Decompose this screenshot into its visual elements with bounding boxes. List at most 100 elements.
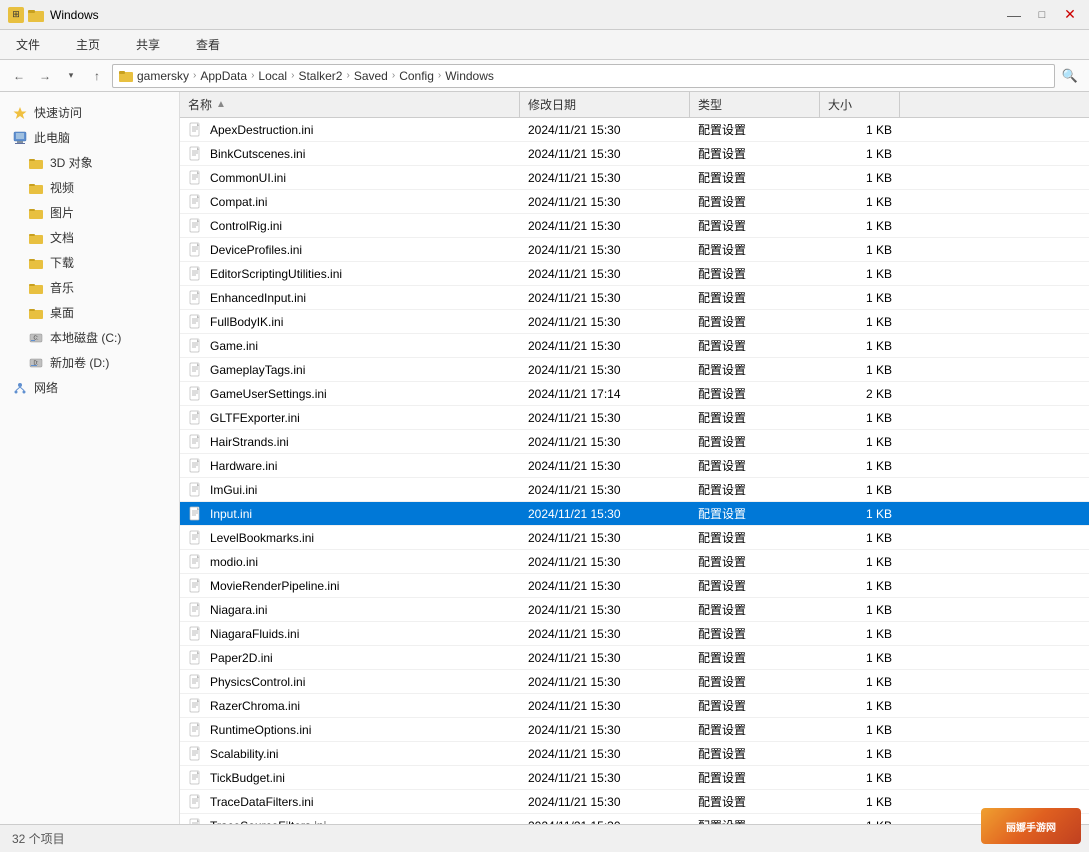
table-row[interactable]: FullBodyIK.ini2024/11/21 15:30配置设置1 KB [180,310,1089,334]
maximize-button[interactable]: □ [1031,4,1053,26]
table-row[interactable]: Input.ini2024/11/21 15:30配置设置1 KB [180,502,1089,526]
sidebar-item-desktop[interactable]: 桌面 [0,300,179,325]
file-type-cell: 配置设置 [690,598,820,621]
folder-documents-icon [28,230,44,246]
file-date-cell: 2024/11/21 15:30 [520,600,690,620]
file-type-cell: 配置设置 [690,478,820,501]
file-name-text: FullBodyIK.ini [210,315,283,329]
sidebar-item-downloads[interactable]: 下载 [0,250,179,275]
table-row[interactable]: ApexDestruction.ini2024/11/21 15:30配置设置1… [180,118,1089,142]
breadcrumb-item-local[interactable]: Local [258,69,287,83]
table-row[interactable]: LevelBookmarks.ini2024/11/21 15:30配置设置1 … [180,526,1089,550]
breadcrumb[interactable]: gamersky › AppData › Local › Stalker2 › … [112,64,1055,88]
file-name-text: DeviceProfiles.ini [210,243,302,257]
ribbon-tab-home[interactable]: 主页 [68,32,108,57]
file-name-cell: GameUserSettings.ini [180,383,520,405]
close-button[interactable]: ✕ [1059,4,1081,26]
minimize-button[interactable]: — [1003,4,1025,26]
file-type-cell: 配置设置 [690,502,820,525]
table-row[interactable]: RuntimeOptions.ini2024/11/21 15:30配置设置1 … [180,718,1089,742]
table-row[interactable]: Compat.ini2024/11/21 15:30配置设置1 KB [180,190,1089,214]
breadcrumb-item-appdata[interactable]: AppData [200,69,247,83]
table-row[interactable]: NiagaraFluids.ini2024/11/21 15:30配置设置1 K… [180,622,1089,646]
column-header-date[interactable]: 修改日期 [520,92,690,117]
table-row[interactable]: Scalability.ini2024/11/21 15:30配置设置1 KB [180,742,1089,766]
table-row[interactable]: ControlRig.ini2024/11/21 15:30配置设置1 KB [180,214,1089,238]
column-header-type[interactable]: 类型 [690,92,820,117]
file-name-cell: Scalability.ini [180,743,520,765]
ribbon-tab-file[interactable]: 文件 [8,32,48,57]
ribbon-tab-share[interactable]: 共享 [128,32,168,57]
file-date-cell: 2024/11/21 15:30 [520,720,690,740]
recent-button[interactable]: ▾ [60,65,82,87]
file-name-text: Niagara.ini [210,603,267,617]
sidebar-item-pictures[interactable]: 图片 [0,200,179,225]
file-name-cell: Input.ini [180,503,520,525]
breadcrumb-item-gamersky[interactable]: gamersky [137,69,189,83]
table-row[interactable]: EditorScriptingUtilities.ini2024/11/21 1… [180,262,1089,286]
file-size-cell: 1 KB [820,768,900,788]
table-row[interactable]: MovieRenderPipeline.ini2024/11/21 15:30配… [180,574,1089,598]
search-button[interactable]: 🔍 [1059,65,1081,87]
file-icon [188,194,204,210]
column-header-size[interactable]: 大小 [820,92,900,117]
file-name-text: NiagaraFluids.ini [210,627,299,641]
up-button[interactable]: ↑ [86,65,108,87]
table-row[interactable]: Hardware.ini2024/11/21 15:30配置设置1 KB [180,454,1089,478]
table-row[interactable]: GameUserSettings.ini2024/11/21 17:14配置设置… [180,382,1089,406]
table-row[interactable]: DeviceProfiles.ini2024/11/21 15:30配置设置1 … [180,238,1089,262]
table-row[interactable]: EnhancedInput.ini2024/11/21 15:30配置设置1 K… [180,286,1089,310]
file-name-cell: ControlRig.ini [180,215,520,237]
file-name-text: HairStrands.ini [210,435,289,449]
table-row[interactable]: Niagara.ini2024/11/21 15:30配置设置1 KB [180,598,1089,622]
table-row[interactable]: RazerChroma.ini2024/11/21 15:30配置设置1 KB [180,694,1089,718]
breadcrumb-item-windows[interactable]: Windows [445,69,494,83]
table-row[interactable]: ImGui.ini2024/11/21 15:30配置设置1 KB [180,478,1089,502]
sidebar-label-documents: 文档 [50,229,74,246]
file-size-cell: 1 KB [820,336,900,356]
ribbon-tab-view[interactable]: 查看 [188,32,228,57]
table-row[interactable]: BinkCutscenes.ini2024/11/21 15:30配置设置1 K… [180,142,1089,166]
table-row[interactable]: GLTFExporter.ini2024/11/21 15:30配置设置1 KB [180,406,1089,430]
sidebar-item-3dobjects[interactable]: 3D 对象 [0,150,179,175]
file-name-cell: LevelBookmarks.ini [180,527,520,549]
table-row[interactable]: PhysicsControl.ini2024/11/21 15:30配置设置1 … [180,670,1089,694]
breadcrumb-item-saved[interactable]: Saved [354,69,388,83]
back-button[interactable]: ← [8,65,30,87]
sidebar-item-videos[interactable]: 视频 [0,175,179,200]
sidebar-item-drive-c[interactable]: C: 本地磁盘 (C:) [0,325,179,350]
file-icon [188,146,204,162]
table-row[interactable]: TraceDataFilters.ini2024/11/21 15:30配置设置… [180,790,1089,814]
file-size-cell: 1 KB [820,168,900,188]
file-name-cell: GameplayTags.ini [180,359,520,381]
file-icon [188,650,204,666]
table-row[interactable]: GameplayTags.ini2024/11/21 15:30配置设置1 KB [180,358,1089,382]
sidebar-label-music: 音乐 [50,279,74,296]
sidebar-item-documents[interactable]: 文档 [0,225,179,250]
file-date-cell: 2024/11/21 15:30 [520,576,690,596]
file-icon [188,338,204,354]
sidebar-item-quickaccess[interactable]: 快速访问 [0,100,179,125]
file-icon [188,770,204,786]
table-row[interactable]: CommonUI.ini2024/11/21 15:30配置设置1 KB [180,166,1089,190]
sidebar-item-music[interactable]: 音乐 [0,275,179,300]
column-header-name[interactable]: 名称 ▲ [180,92,520,117]
folder-icon [28,7,44,23]
file-type-cell: 配置设置 [690,622,820,645]
file-name-cell: MovieRenderPipeline.ini [180,575,520,597]
table-row[interactable]: HairStrands.ini2024/11/21 15:30配置设置1 KB [180,430,1089,454]
table-row[interactable]: TickBudget.ini2024/11/21 15:30配置设置1 KB [180,766,1089,790]
sidebar-item-network[interactable]: 网络 [0,375,179,400]
forward-button[interactable]: → [34,65,56,87]
table-row[interactable]: modio.ini2024/11/21 15:30配置设置1 KB [180,550,1089,574]
sidebar-item-drive-d[interactable]: D: 新加卷 (D:) [0,350,179,375]
file-type-cell: 配置设置 [690,526,820,549]
sidebar-item-thispc[interactable]: 此电脑 [0,125,179,150]
file-date-cell: 2024/11/21 15:30 [520,360,690,380]
breadcrumb-item-config[interactable]: Config [399,69,434,83]
table-row[interactable]: Game.ini2024/11/21 15:30配置设置1 KB [180,334,1089,358]
table-row[interactable]: TraceSourceFilters.ini2024/11/21 15:30配置… [180,814,1089,824]
file-icon [188,746,204,762]
table-row[interactable]: Paper2D.ini2024/11/21 15:30配置设置1 KB [180,646,1089,670]
breadcrumb-item-stalker2[interactable]: Stalker2 [298,69,342,83]
